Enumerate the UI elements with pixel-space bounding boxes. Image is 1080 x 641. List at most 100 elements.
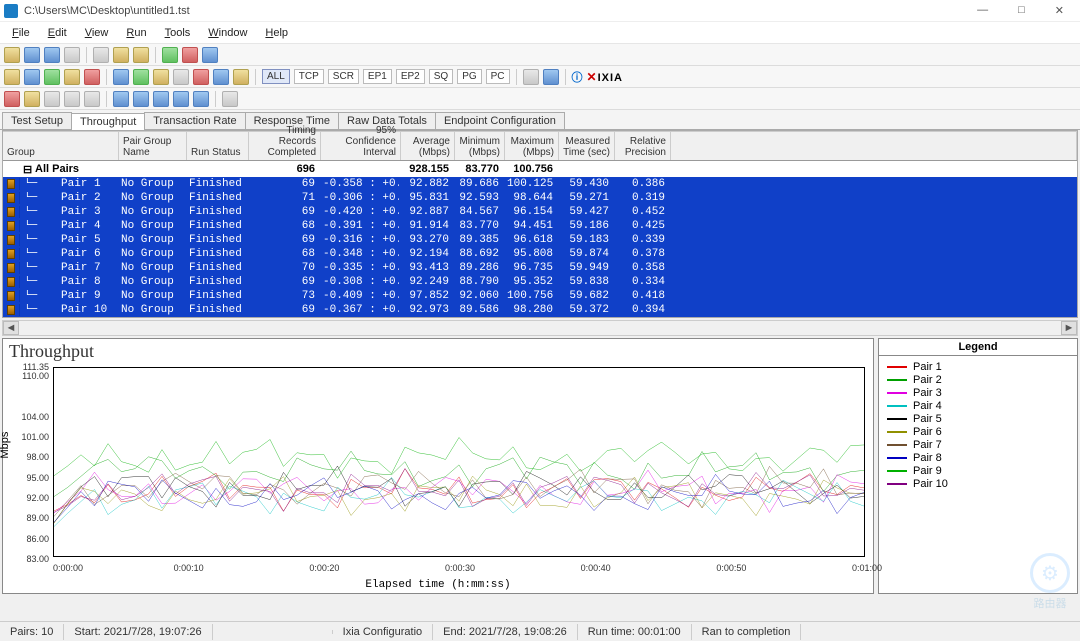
filter-ep2[interactable]: EP2: [396, 69, 425, 84]
table-row[interactable]: └─ Pair 2 No Group Finished 71 -0.306 : …: [3, 191, 1077, 205]
row-icon: [3, 207, 19, 217]
col-maximum[interactable]: Maximum (Mbps): [505, 131, 559, 160]
tb2-icon[interactable]: [44, 69, 60, 85]
tb3-icon[interactable]: [84, 91, 100, 107]
table-row[interactable]: └─ Pair 1 No Group Finished 69 -0.358 : …: [3, 177, 1077, 191]
tb2-icon[interactable]: [24, 69, 40, 85]
tb3-icon[interactable]: [44, 91, 60, 107]
table-row[interactable]: └─ Pair 10 No Group Finished 69 -0.367 :…: [3, 303, 1077, 317]
col-measured[interactable]: Measured Time (sec): [559, 131, 615, 160]
save-icon[interactable]: [44, 47, 60, 63]
legend-swatch: [887, 470, 907, 472]
tb2-icon[interactable]: [193, 69, 209, 85]
menu-file[interactable]: File: [4, 25, 38, 41]
tb3-icon[interactable]: [193, 91, 209, 107]
table-row[interactable]: └─ Pair 9 No Group Finished 73 -0.409 : …: [3, 289, 1077, 303]
tb3-icon[interactable]: [173, 91, 189, 107]
menu-edit[interactable]: Edit: [40, 25, 75, 41]
tb2-icon[interactable]: [173, 69, 189, 85]
tab-throughput[interactable]: Throughput: [71, 113, 145, 130]
tb2-icon[interactable]: [64, 69, 80, 85]
paste-icon[interactable]: [133, 47, 149, 63]
tb2-icon[interactable]: [84, 69, 100, 85]
close-button[interactable]: ✕: [1049, 4, 1070, 17]
tb2-icon[interactable]: [153, 69, 169, 85]
tb2-icon[interactable]: [543, 69, 559, 85]
table-row[interactable]: └─ Pair 3 No Group Finished 69 -0.420 : …: [3, 205, 1077, 219]
legend-item[interactable]: Pair 5: [887, 412, 1069, 425]
menu-view[interactable]: View: [77, 25, 117, 41]
tb2-icon[interactable]: [133, 69, 149, 85]
table-row[interactable]: └─ Pair 4 No Group Finished 68 -0.391 : …: [3, 219, 1077, 233]
info-icon[interactable]: ⓘ: [572, 69, 583, 85]
menu-window[interactable]: Window: [200, 25, 255, 41]
col-average[interactable]: Average (Mbps): [401, 131, 455, 160]
col-confidence[interactable]: 95% Confidence Interval: [321, 131, 401, 160]
collapse-icon[interactable]: ⊟: [19, 163, 31, 176]
col-timing[interactable]: Timing Records Completed: [249, 131, 321, 160]
summary-timing: 696: [247, 163, 319, 175]
tb3-icon[interactable]: [153, 91, 169, 107]
tb2-icon[interactable]: [4, 69, 20, 85]
legend-item[interactable]: Pair 8: [887, 451, 1069, 464]
legend-item[interactable]: Pair 9: [887, 464, 1069, 477]
horizontal-scrollbar[interactable]: ◄ ►: [2, 320, 1078, 336]
tab-test-setup[interactable]: Test Setup: [2, 112, 72, 129]
table-row[interactable]: └─ Pair 5 No Group Finished 69 -0.316 : …: [3, 233, 1077, 247]
copy2-icon[interactable]: [162, 47, 178, 63]
col-relative[interactable]: Relative Precision: [615, 131, 671, 160]
scroll-right-icon[interactable]: ►: [1061, 321, 1077, 335]
col-minimum[interactable]: Minimum (Mbps): [455, 131, 505, 160]
menu-help[interactable]: Help: [257, 25, 296, 41]
app-icon: [4, 4, 18, 18]
legend-swatch: [887, 366, 907, 368]
filter-all[interactable]: ALL: [262, 69, 290, 84]
tb3-icon[interactable]: [24, 91, 40, 107]
open-icon[interactable]: [24, 47, 40, 63]
filter-ep1[interactable]: EP1: [363, 69, 392, 84]
new-icon[interactable]: [4, 47, 20, 63]
menu-run[interactable]: Run: [118, 25, 154, 41]
legend-item[interactable]: Pair 1: [887, 360, 1069, 373]
maximize-button[interactable]: □: [1012, 4, 1031, 17]
tb2-icon[interactable]: [523, 69, 539, 85]
minimize-button[interactable]: —: [971, 4, 994, 17]
scroll-left-icon[interactable]: ◄: [3, 321, 19, 335]
legend-item[interactable]: Pair 10: [887, 477, 1069, 490]
tb3-icon[interactable]: [222, 91, 238, 107]
delete-icon[interactable]: [182, 47, 198, 63]
filter-tcp[interactable]: TCP: [294, 69, 324, 84]
col-pair-group[interactable]: Pair Group Name: [119, 131, 187, 160]
legend-item[interactable]: Pair 3: [887, 386, 1069, 399]
tb3-icon[interactable]: [113, 91, 129, 107]
tab-transaction-rate[interactable]: Transaction Rate: [144, 112, 245, 129]
tb3-icon[interactable]: [133, 91, 149, 107]
table-row[interactable]: └─ Pair 8 No Group Finished 69 -0.308 : …: [3, 275, 1077, 289]
tab-endpoint-config[interactable]: Endpoint Configuration: [435, 112, 565, 129]
copy-icon[interactable]: [113, 47, 129, 63]
filter-pg[interactable]: PG: [457, 69, 481, 84]
tb3-icon[interactable]: [64, 91, 80, 107]
tb2-icon[interactable]: [233, 69, 249, 85]
tb2-icon[interactable]: [113, 69, 129, 85]
tb3-icon[interactable]: [4, 91, 20, 107]
tb2-icon[interactable]: [213, 69, 229, 85]
filter-pc[interactable]: PC: [486, 69, 510, 84]
legend-item[interactable]: Pair 2: [887, 373, 1069, 386]
col-run-status[interactable]: Run Status: [187, 131, 249, 160]
print-icon[interactable]: [64, 47, 80, 63]
filter-sq[interactable]: SQ: [429, 69, 453, 84]
cut-icon[interactable]: [93, 47, 109, 63]
table-row[interactable]: └─ Pair 7 No Group Finished 70 -0.335 : …: [3, 261, 1077, 275]
filter-scr[interactable]: SCR: [328, 69, 359, 84]
legend-item[interactable]: Pair 7: [887, 438, 1069, 451]
legend-item[interactable]: Pair 4: [887, 399, 1069, 412]
legend-item[interactable]: Pair 6: [887, 425, 1069, 438]
summary-row[interactable]: ⊟ All Pairs 696 928.155 83.770 100.756: [3, 161, 1077, 177]
legend-swatch: [887, 457, 907, 459]
col-group[interactable]: Group: [3, 131, 119, 160]
x-axis-label: Elapsed time (h:mm:ss): [365, 579, 510, 591]
export-icon[interactable]: [202, 47, 218, 63]
menu-tools[interactable]: Tools: [157, 25, 199, 41]
table-row[interactable]: └─ Pair 6 No Group Finished 68 -0.348 : …: [3, 247, 1077, 261]
